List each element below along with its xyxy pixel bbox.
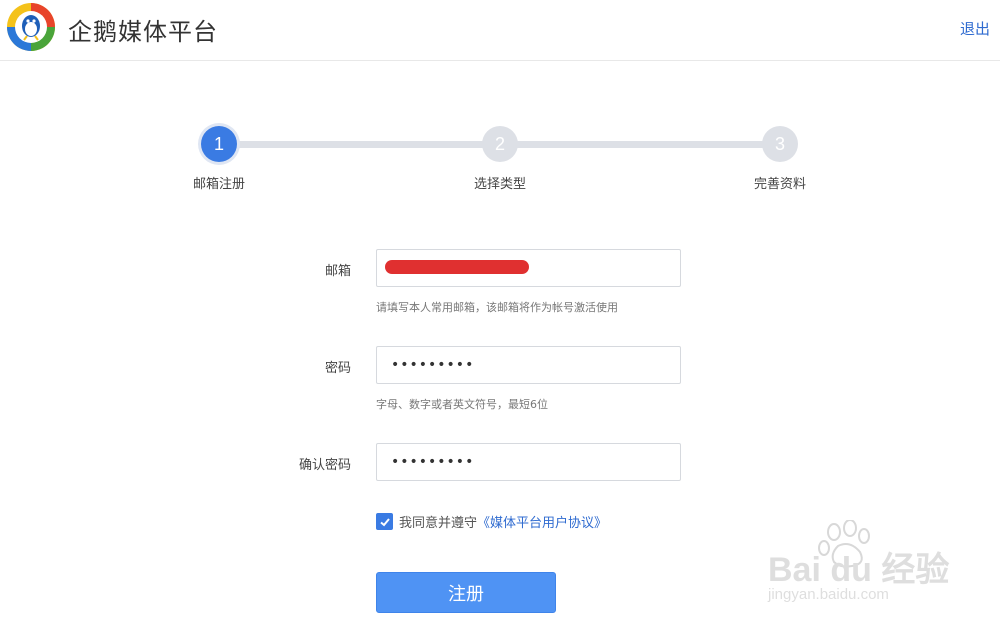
- agreement-row: 我同意并遵守 《媒体平台用户协议》: [376, 512, 607, 531]
- email-hint: 请填写本人常用邮箱，该邮箱将作为帐号激活使用: [376, 301, 618, 314]
- penguin-logo-icon: [7, 3, 55, 51]
- watermark-url: jingyan.baidu.com: [768, 586, 889, 603]
- confirm-password-field[interactable]: •••••••••: [376, 443, 681, 481]
- step-2-label: 选择类型: [473, 177, 527, 192]
- password-label: 密码: [324, 361, 351, 376]
- user-agreement-link[interactable]: 《媒体平台用户协议》: [477, 512, 607, 531]
- step-3-label: 完善资料: [753, 177, 807, 192]
- brand-title: 企鹅媒体平台: [68, 18, 218, 46]
- step-3-number: 3: [774, 133, 785, 154]
- baidu-watermark: Bai du 经验 jingyan.baidu.com: [760, 519, 960, 620]
- redacted-email-mark: [385, 260, 529, 274]
- agree-text: 我同意并遵守: [399, 516, 478, 531]
- watermark-brand: Bai du 经验: [768, 551, 950, 589]
- confirm-password-value: •••••••••: [391, 454, 475, 470]
- password-hint: 字母、数字或者英文符号，最短6位: [376, 398, 548, 411]
- email-field[interactable]: [376, 249, 681, 287]
- logout-link[interactable]: 退出: [960, 18, 990, 39]
- confirm-password-label: 确认密码: [298, 458, 351, 473]
- register-button[interactable]: 注册: [376, 572, 556, 613]
- password-field[interactable]: •••••••••: [376, 346, 681, 384]
- email-label: 邮箱: [324, 264, 351, 279]
- step-1-label: 邮箱注册: [192, 177, 246, 192]
- agree-checkbox[interactable]: [376, 513, 393, 530]
- step-1-number: 1: [213, 133, 224, 154]
- top-header: 企鹅媒体平台 退出: [0, 0, 1000, 61]
- checkmark-icon: [379, 517, 390, 526]
- step-2-indicator: 2: [482, 126, 518, 162]
- step-3-indicator: 3: [762, 126, 798, 162]
- step-1-indicator: 1: [201, 126, 237, 162]
- step-2-number: 2: [494, 133, 505, 154]
- password-value: •••••••••: [391, 357, 475, 373]
